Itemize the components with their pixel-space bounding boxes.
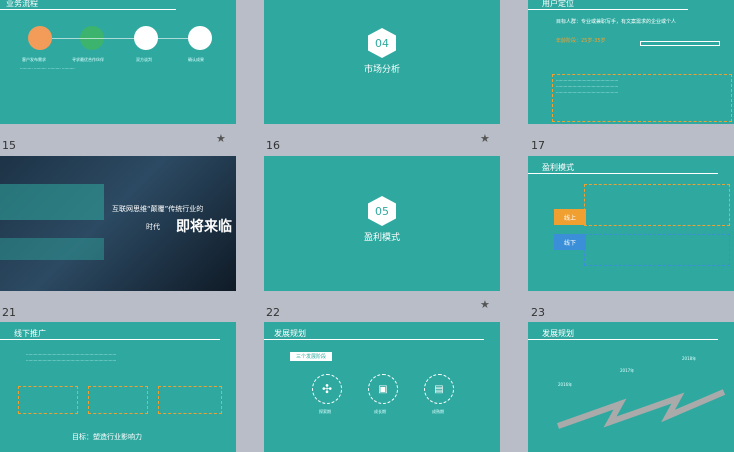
year-2017: 2017年 [620, 368, 635, 373]
section-title: 盈利模式 [364, 233, 401, 243]
star-icon[interactable]: ★ [480, 132, 490, 145]
year-2018: 2018年 [682, 356, 697, 361]
body-lines: ········································… [26, 352, 117, 363]
slide-22[interactable]: 盈利模式 线上 线下 [528, 156, 734, 291]
fan-icon: ✣ [312, 374, 342, 404]
slide-number: 21 [2, 306, 16, 319]
slide-title: 业务流程 [6, 0, 38, 8]
slide-number: 16 [266, 139, 280, 152]
green-overlay-2 [0, 238, 104, 260]
star-icon[interactable]: ★ [216, 132, 226, 145]
goal-text: 目标：塑造行业影响力 [72, 433, 142, 441]
title-line [0, 9, 176, 10]
banner-big: 即将来临 [176, 219, 232, 235]
online-box [584, 184, 730, 226]
target-text: 目标人群：专业或兼职写手，有文案需求的企业或个人 [556, 19, 677, 25]
title-line [0, 339, 220, 340]
phase-3: 成熟期 [432, 409, 444, 414]
slide-number: 22 [266, 306, 280, 319]
step-label-4: 确认成果 [188, 57, 204, 62]
green-overlay [0, 184, 104, 220]
monitor-icon: ▣ [368, 374, 398, 404]
title-line [528, 173, 718, 174]
section-number: 04 [368, 28, 396, 58]
step-desc: ·········· ·········· ·········· ·······… [20, 66, 75, 71]
step-label-3: 双方谈判 [136, 57, 152, 62]
step-label-2: 寻求最优合作伙伴 [72, 57, 104, 62]
phase-label: 三个发展阶段 [290, 352, 333, 361]
slide-25[interactable]: 发展规划 三个发展阶段 ✣ ▣ ▤ 探索期 成长期 成熟期 [264, 322, 500, 452]
section-title: 市场分析 [364, 65, 401, 75]
phase-1: 探索期 [319, 409, 331, 414]
slide-number: 23 [531, 306, 545, 319]
connector [52, 38, 188, 39]
title-line [264, 339, 484, 340]
slide-title: 盈利模式 [542, 163, 574, 172]
title-line [528, 9, 688, 10]
box-1 [18, 386, 78, 414]
box-3 [158, 386, 222, 414]
slide-16[interactable]: 用户定位 目标人群：专业或兼职写手，有文案需求的企业或个人 年龄阶段：25岁-3… [528, 0, 734, 124]
slide-number: 17 [531, 139, 545, 152]
folder-icon: ▤ [424, 374, 454, 404]
online-tag[interactable]: 线上 [554, 209, 586, 225]
banner-text-2: 时代 [146, 223, 160, 231]
slide-26[interactable]: 发展规划 2016年 2017年 2018年 [528, 322, 734, 452]
slide-24[interactable]: 线下推广 ···································… [0, 322, 236, 452]
section-number: 05 [368, 196, 396, 226]
phase-2: 成长期 [374, 409, 386, 414]
offline-tag[interactable]: 线下 [554, 234, 586, 250]
offline-box [584, 234, 730, 266]
year-2016: 2016年 [558, 382, 573, 387]
box-2 [88, 386, 148, 414]
age-label: 年龄阶段：25岁-35岁 [556, 38, 606, 44]
step-icon-1 [28, 26, 52, 50]
info-lines: ········································… [556, 78, 619, 95]
banner-text-1: 互联网思维“颠覆”传统行业的 [112, 205, 204, 213]
slide-15[interactable]: 04 市场分析 [264, 0, 500, 124]
age-bar [640, 41, 720, 46]
step-icon-4 [188, 26, 212, 50]
slide-17[interactable]: 互联网思维“颠覆”传统行业的 时代 即将来临 [0, 156, 236, 291]
slide-title: 发展规划 [274, 329, 306, 338]
step-label-1: 客户发布需求 [22, 57, 46, 62]
star-icon[interactable]: ★ [480, 298, 490, 311]
slide-21[interactable]: 05 盈利模式 [264, 156, 500, 291]
slide-title: 线下推广 [14, 329, 46, 338]
slide-14[interactable]: 业务流程 客户发布需求 寻求最优合作伙伴 双方谈判 确认成果 ·········… [0, 0, 236, 124]
slide-title: 用户定位 [542, 0, 574, 8]
slide-number: 15 [2, 139, 16, 152]
